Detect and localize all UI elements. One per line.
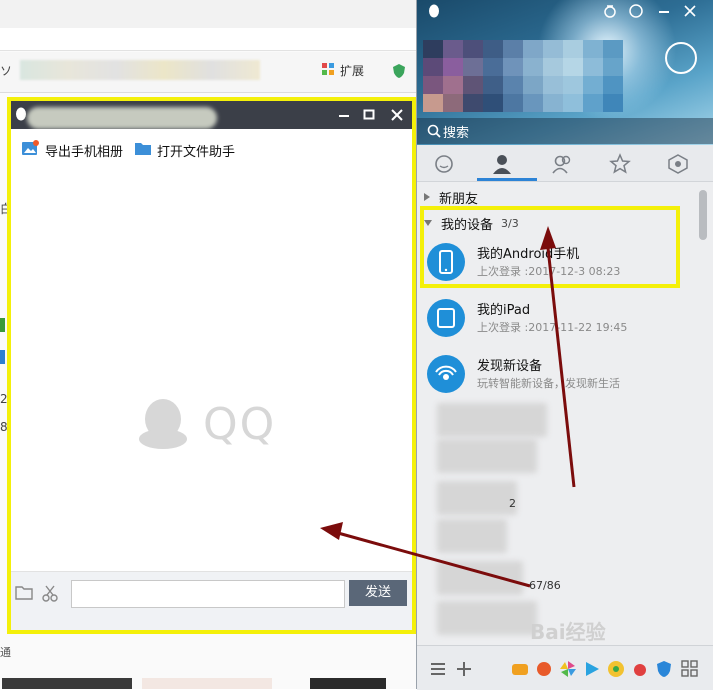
game-icon[interactable] bbox=[511, 660, 529, 678]
device-ipad[interactable]: 我的iPad 上次登录 :2017-11-22 19:45 bbox=[425, 293, 697, 343]
blurred-bookmarks bbox=[20, 60, 260, 80]
search-placeholder: 搜索 bbox=[443, 126, 470, 141]
device-last-login: 上次登录 :2017-11-22 19:45 bbox=[477, 321, 628, 334]
blurred-group-6[interactable] bbox=[437, 601, 537, 635]
panel-bottom-bar bbox=[417, 645, 713, 690]
signal-icon bbox=[427, 355, 465, 393]
extensions-icon[interactable] bbox=[322, 63, 334, 75]
baidu-jingyan-watermark: Bai经验 bbox=[530, 620, 606, 644]
blurred-group-3-count: 2 bbox=[509, 497, 516, 510]
group-new-friends-label: 新朋友 bbox=[439, 191, 479, 207]
device-name: 我的iPad bbox=[477, 303, 531, 318]
left-edge-char-3: 2 bbox=[0, 392, 8, 406]
blurred-group-2[interactable] bbox=[437, 439, 537, 473]
skin-icon[interactable] bbox=[603, 4, 617, 18]
weather-sun-icon[interactable] bbox=[665, 42, 697, 74]
left-edge-char-4: 8 bbox=[0, 420, 8, 434]
panel-tabs bbox=[417, 145, 713, 182]
blurred-group-3[interactable] bbox=[437, 481, 517, 515]
mail-icon[interactable] bbox=[629, 4, 643, 18]
minimize-icon[interactable] bbox=[657, 4, 671, 18]
qq-main-panel: 搜索 新朋友 我的设备 3/3 我的Android手机 上次登录:2017-1… bbox=[416, 0, 713, 690]
extensions-label[interactable]: 扩展 bbox=[340, 62, 364, 79]
group-new-friends[interactable]: 新朋友 bbox=[423, 187, 478, 207]
blurred-group-4[interactable] bbox=[437, 519, 507, 553]
left-edge-blue-mark bbox=[0, 350, 5, 364]
close-icon[interactable] bbox=[683, 4, 697, 18]
tablet-icon bbox=[427, 299, 465, 337]
weibo-icon[interactable] bbox=[631, 660, 649, 678]
chat-tab-icon[interactable] bbox=[433, 153, 455, 175]
contact-search-bar[interactable]: 搜索 bbox=[417, 118, 713, 144]
music-icon[interactable] bbox=[607, 660, 625, 678]
qq-logo-icon bbox=[427, 4, 441, 18]
browser-tab-strip bbox=[0, 0, 420, 29]
left-edge-char-1: ソ bbox=[0, 64, 13, 78]
device-name: 发现新设备 bbox=[477, 359, 543, 374]
collapsed-triangle-icon bbox=[424, 193, 430, 201]
contact-list-scrollbar[interactable] bbox=[699, 190, 707, 240]
app-manager-icon[interactable] bbox=[681, 660, 699, 678]
add-icon[interactable] bbox=[455, 660, 473, 678]
status-tail-text: 通 bbox=[0, 646, 11, 659]
groups-tab-icon[interactable] bbox=[551, 153, 573, 175]
bottom-thumbnails bbox=[0, 678, 420, 689]
android-device-highlight-box bbox=[420, 206, 680, 288]
pinwheel-icon[interactable] bbox=[559, 660, 577, 678]
blurred-group-1[interactable] bbox=[437, 403, 547, 437]
space-tab-icon[interactable] bbox=[667, 153, 689, 175]
contacts-tab-icon[interactable] bbox=[491, 153, 513, 175]
security-icon[interactable] bbox=[655, 660, 673, 678]
browser-address-bar[interactable] bbox=[0, 28, 420, 51]
security-shield-icon[interactable] bbox=[393, 64, 405, 78]
blurred-group-5[interactable] bbox=[437, 561, 523, 595]
chat-window-highlight-box bbox=[7, 97, 416, 634]
main-menu-icon[interactable] bbox=[429, 660, 447, 678]
thumbnail-1[interactable] bbox=[2, 678, 132, 689]
qq-profile-header: 搜索 bbox=[417, 0, 713, 145]
device-description: 玩转智能新设备，发现新生活 bbox=[477, 377, 620, 390]
blurred-group-5-count: 67/86 bbox=[529, 579, 561, 592]
thumbnail-3[interactable] bbox=[310, 678, 386, 689]
blurred-avatar-mosaic[interactable] bbox=[423, 40, 623, 112]
favorites-tab-icon[interactable] bbox=[609, 153, 631, 175]
device-discover-new[interactable]: 发现新设备 玩转智能新设备，发现新生活 bbox=[425, 349, 697, 399]
search-icon bbox=[427, 124, 441, 138]
thumbnail-2[interactable] bbox=[142, 678, 272, 689]
video-play-icon[interactable] bbox=[583, 660, 601, 678]
left-edge-green-mark bbox=[0, 318, 5, 332]
pet-icon[interactable] bbox=[535, 660, 553, 678]
left-edge-char-2: 白 bbox=[0, 202, 13, 216]
